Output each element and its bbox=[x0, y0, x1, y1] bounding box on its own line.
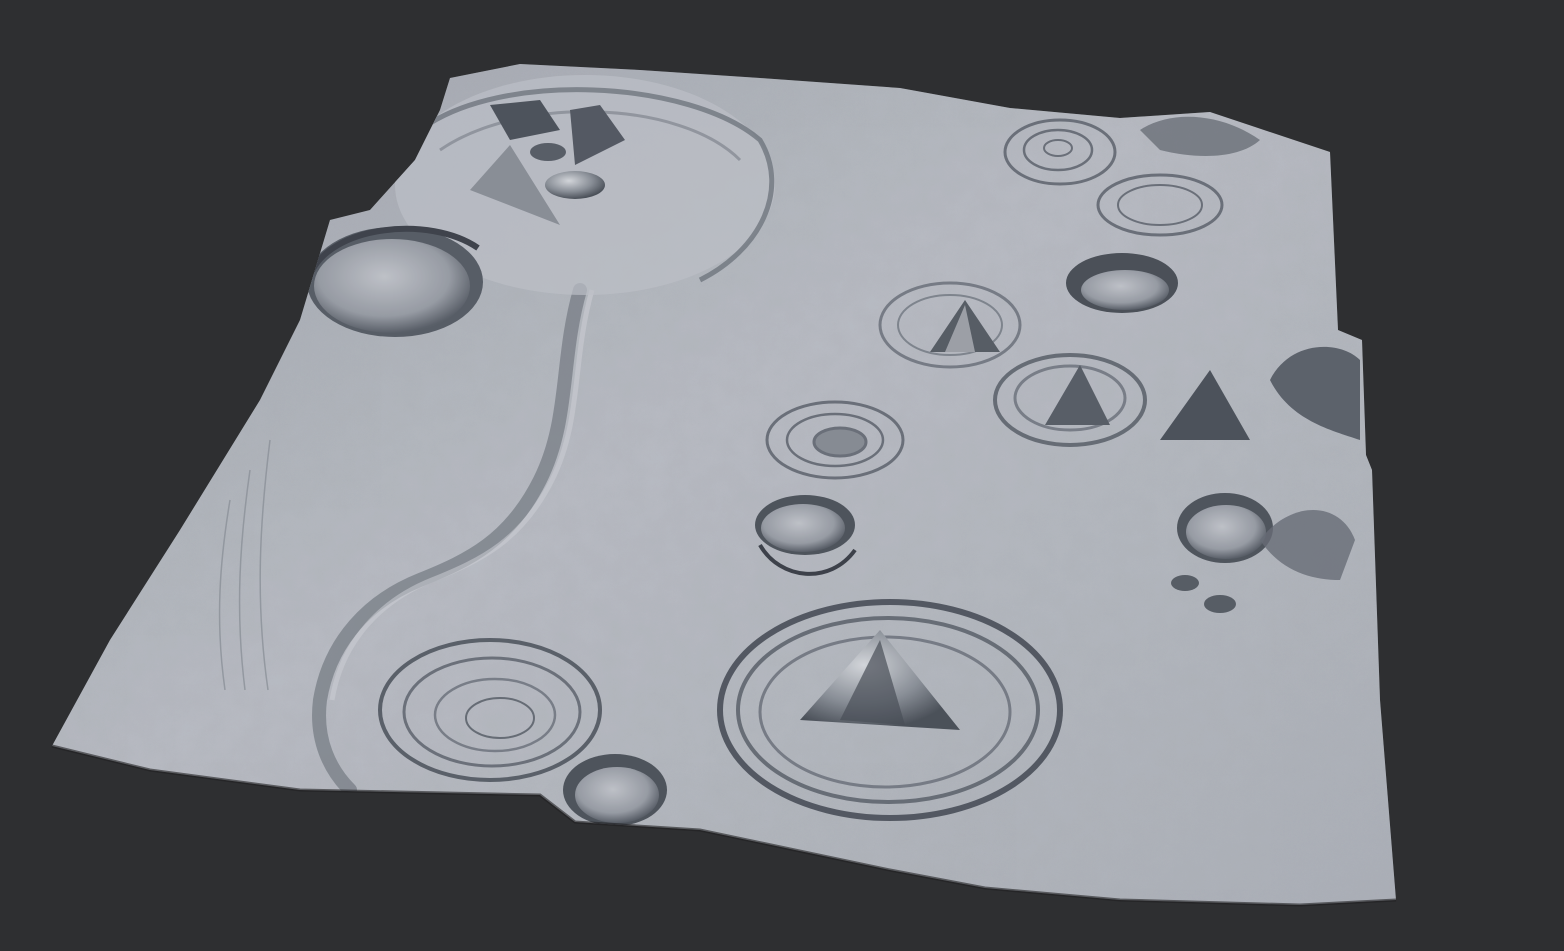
terrain-render[interactable] bbox=[0, 0, 1564, 951]
3d-viewport[interactable] bbox=[0, 0, 1564, 951]
ambient-shade bbox=[52, 64, 1396, 905]
